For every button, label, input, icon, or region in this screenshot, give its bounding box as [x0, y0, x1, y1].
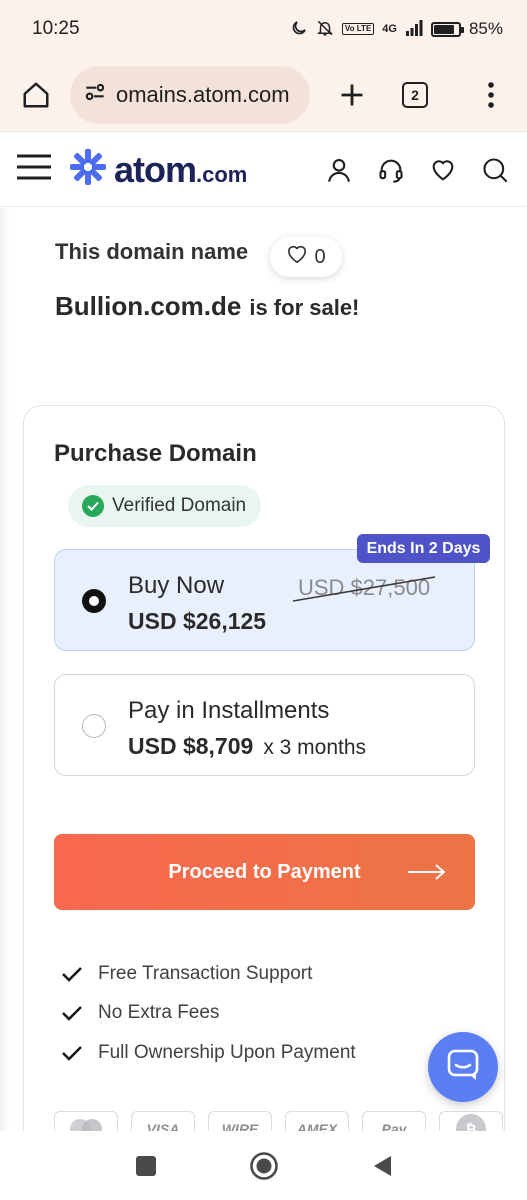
home-nav-icon[interactable]: [249, 1151, 279, 1181]
user-icon[interactable]: [323, 154, 355, 186]
logo-text: atom.com: [114, 149, 247, 191]
recents-icon[interactable]: [131, 1151, 161, 1181]
benefit-label: No Extra Fees: [98, 1002, 220, 1024]
purchase-title: Purchase Domain: [54, 440, 257, 467]
bell-off-icon: [316, 19, 334, 40]
buy-now-title: Buy Now: [128, 572, 225, 599]
benefit-label: Free Transaction Support: [98, 962, 313, 984]
browser-toolbar: omains.atom.com 2: [0, 58, 527, 132]
volte-icon: Vo LTE: [341, 23, 375, 35]
domain-name: Bullion.com.de: [55, 291, 242, 321]
check-icon: [60, 1001, 84, 1025]
check-icon: [60, 962, 84, 986]
more-icon[interactable]: [471, 75, 511, 115]
installments-price-line: USD $8,709 x 3 months: [128, 733, 366, 760]
benefits-list: Free Transaction Support No Extra Fees F…: [60, 954, 356, 1073]
url-text[interactable]: omains.atom.com: [116, 82, 290, 108]
network-type: 4G: [382, 23, 397, 35]
system-nav-bar: [0, 1131, 527, 1200]
installments-radio[interactable]: [82, 714, 106, 738]
domain-headline: Bullion.com.de is for sale!: [55, 291, 359, 322]
verified-check-icon: [82, 495, 104, 517]
check-icon: [60, 1041, 84, 1065]
installments-price: USD $8,709: [128, 733, 254, 759]
logo-word: atom: [114, 148, 197, 190]
moon-icon: [290, 19, 308, 40]
signal-icon: [405, 19, 423, 39]
heart-outline-icon: [286, 244, 308, 270]
site-settings-icon[interactable]: [82, 79, 108, 110]
battery-percent: 85%: [468, 19, 503, 38]
search-icon[interactable]: [479, 154, 511, 186]
headset-icon[interactable]: [375, 154, 407, 186]
address-bar[interactable]: omains.atom.com: [70, 65, 310, 124]
hamburger-icon[interactable]: [16, 153, 52, 186]
chat-button[interactable]: [428, 1032, 498, 1102]
logo-tld: .com: [196, 161, 248, 187]
back-icon[interactable]: [367, 1151, 397, 1181]
atom-star-icon: [68, 147, 108, 192]
benefit-label: Full Ownership Upon Payment: [98, 1041, 356, 1063]
proceed-to-payment-button[interactable]: Proceed to Payment: [54, 834, 475, 910]
arrow-right-icon: [407, 862, 447, 888]
status-bar: 10:25 Vo LTE 4G 85%: [0, 0, 527, 58]
status-icons: Vo LTE 4G 85%: [290, 19, 503, 40]
battery-icon: [430, 21, 464, 37]
verified-badge: Verified Domain: [68, 485, 262, 527]
old-price: USD $27,500: [298, 575, 431, 600]
proceed-label: Proceed to Payment: [168, 860, 361, 883]
heart-icon[interactable]: [427, 154, 459, 186]
status-time: 10:25: [32, 18, 80, 39]
tabs-icon[interactable]: 2: [402, 81, 428, 108]
buy-now-price: USD $26,125: [128, 608, 267, 634]
ends-badge: Ends In 2 Days: [357, 534, 490, 563]
benefit-item: Full Ownership Upon Payment: [60, 1033, 356, 1073]
like-button[interactable]: 0: [270, 237, 342, 277]
header-actions: [323, 154, 511, 186]
installments-title: Pay in Installments: [128, 697, 330, 724]
atom-logo[interactable]: atom.com: [68, 147, 247, 192]
like-count: 0: [314, 245, 326, 268]
buy-now-radio[interactable]: [82, 589, 106, 613]
benefit-item: Free Transaction Support: [60, 954, 356, 994]
hero-label: This domain name: [55, 239, 249, 264]
for-sale-text: is for sale!: [249, 295, 360, 320]
benefit-item: No Extra Fees: [60, 994, 356, 1034]
new-tab-button[interactable]: [332, 75, 372, 115]
installments-option[interactable]: Pay in Installments USD $8,709 x 3 months: [54, 674, 475, 776]
home-icon[interactable]: [16, 75, 56, 115]
site-header: atom.com: [0, 133, 527, 207]
page-edge-shadow: [0, 208, 10, 1138]
chat-icon: [446, 1048, 480, 1087]
installments-suffix: x 3 months: [263, 736, 367, 759]
buy-now-option[interactable]: Buy Now USD $26,125 USD $27,500: [54, 549, 475, 651]
verified-label: Verified Domain: [112, 495, 247, 516]
